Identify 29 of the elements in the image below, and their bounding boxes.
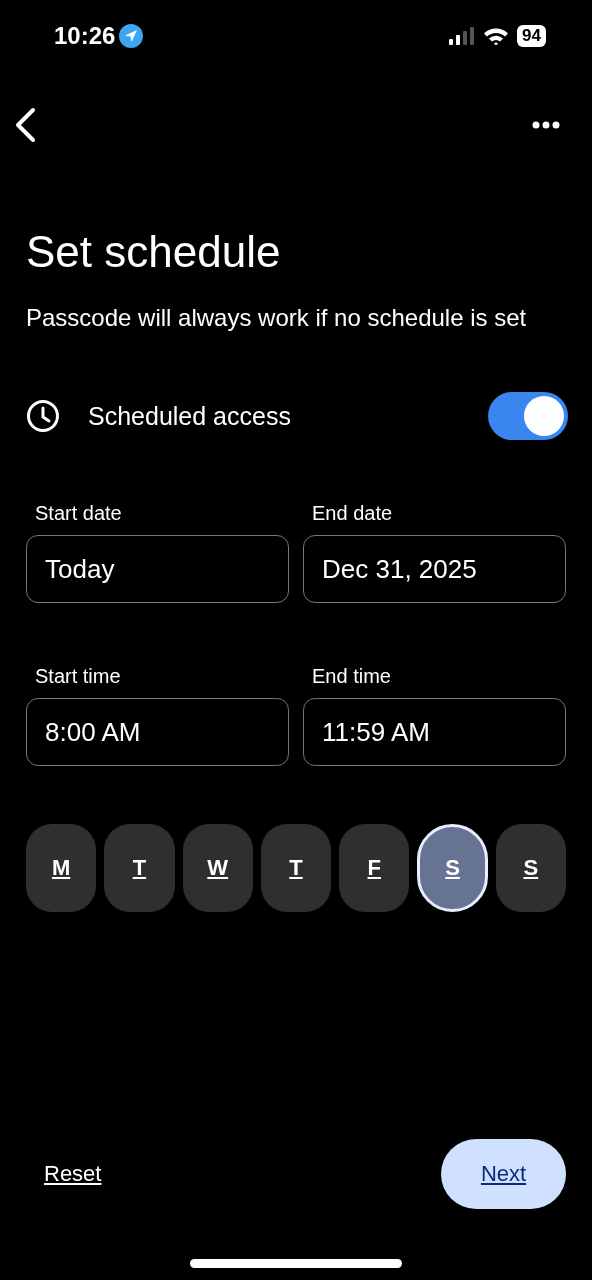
field-label: End time: [312, 665, 392, 688]
day-button[interactable]: T: [260, 824, 332, 912]
toggle-label: Scheduled access: [88, 401, 292, 431]
day-button[interactable]: S: [417, 824, 488, 912]
page-title: Set schedule: [26, 227, 282, 277]
field-label: Start date: [35, 502, 123, 525]
field-label: Start time: [35, 665, 122, 688]
signal-icon: [449, 27, 476, 45]
next-button[interactable]: Next: [441, 1139, 566, 1209]
date-field[interactable]: Dec 31, 2025: [303, 535, 566, 603]
date-field[interactable]: Today: [26, 535, 289, 603]
page-description: Passcode will always work if no schedule is set: [26, 303, 528, 333]
clock-icon: [26, 399, 60, 433]
field-label: End date: [312, 502, 394, 525]
reset-link[interactable]: Reset: [44, 1161, 102, 1187]
day-button[interactable]: W: [182, 824, 253, 912]
time-field[interactable]: 8:00 AM: [26, 698, 289, 766]
status-time: 10:26: [54, 22, 116, 50]
more-icon[interactable]: [532, 121, 560, 129]
battery-indicator: 94: [517, 25, 546, 47]
day-button[interactable]: F: [339, 824, 410, 912]
day-button[interactable]: S: [495, 824, 566, 912]
location-icon: [119, 24, 144, 48]
day-button[interactable]: M: [26, 824, 97, 912]
back-icon[interactable]: [14, 107, 36, 143]
wifi-icon: [483, 26, 510, 46]
time-field[interactable]: 11:59 AM: [303, 698, 566, 766]
day-button[interactable]: T: [104, 824, 175, 912]
scheduled-access-switch[interactable]: [488, 392, 568, 440]
